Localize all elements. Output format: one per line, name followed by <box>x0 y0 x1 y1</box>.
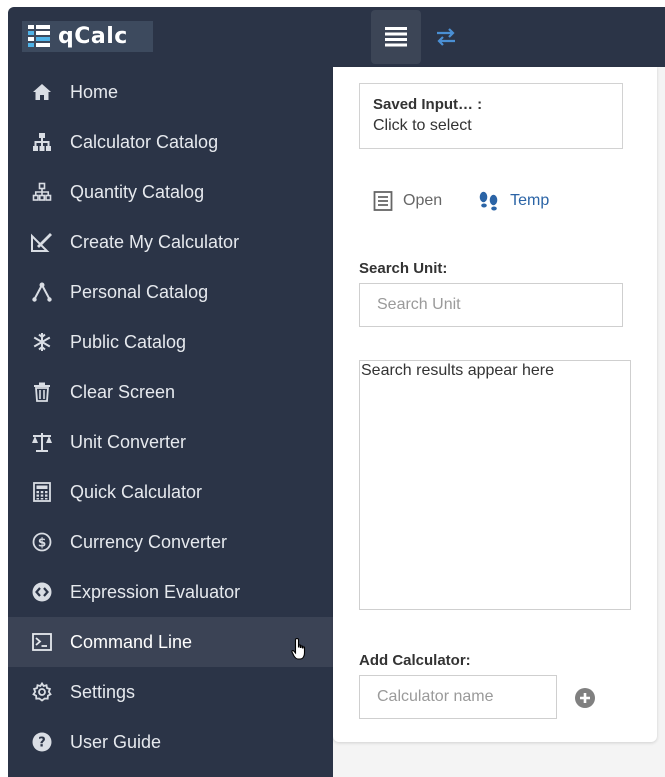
sidebar-item-label: Quick Calculator <box>70 481 203 502</box>
sidebar-item-quantity-catalog[interactable]: Quantity Catalog <box>8 167 333 217</box>
open-button-label: Open <box>403 192 443 209</box>
snowflake-icon <box>8 317 70 367</box>
sidebar-item-currency-converter[interactable]: $ Currency Converter <box>8 517 333 567</box>
sidebar-item-home[interactable]: Home <box>8 67 333 117</box>
sidebar-item-label: Expression Evaluator <box>70 581 241 602</box>
add-calculator-label: Add Calculator: <box>359 652 471 669</box>
command-line-panel: Saved Input… : Click to select Open Temp… <box>333 67 657 742</box>
sidebar-item-label: Currency Converter <box>70 531 228 552</box>
hierarchy-icon <box>8 167 70 217</box>
logo-text: qCalc <box>58 24 128 49</box>
svg-text:?: ? <box>38 736 46 751</box>
gear-icon <box>8 667 70 717</box>
calculator-name-input[interactable] <box>359 675 557 719</box>
sidebar-item-label: Home <box>70 81 119 102</box>
sidebar-item-create-my-calculator[interactable]: Create My Calculator <box>8 217 333 267</box>
document-icon <box>373 191 393 211</box>
search-unit-label: Search Unit: <box>359 260 448 277</box>
sidebar-item-settings[interactable]: Settings <box>8 667 333 717</box>
terminal-icon <box>8 617 70 667</box>
sidebar-item-label: Clear Screen <box>70 381 176 402</box>
app-window: qCalc Home Calculator Catalog Quantity C… <box>8 7 665 777</box>
sidebar-item-label: Command Line <box>70 631 193 652</box>
calculator-icon <box>8 467 70 517</box>
sitemap-icon <box>8 117 70 167</box>
hand-cursor-icon <box>291 637 306 660</box>
sidebar-item-quick-calculator[interactable]: Quick Calculator <box>8 467 333 517</box>
file-buttons: Open Temp <box>373 191 549 211</box>
top-bar: qCalc <box>8 7 665 67</box>
sidebar-item-label: Create My Calculator <box>70 231 240 252</box>
sidebar-item-label: Unit Converter <box>70 431 187 452</box>
sidebar-item-label: Personal Catalog <box>70 281 209 302</box>
sidebar-item-public-catalog[interactable]: Public Catalog <box>8 317 333 367</box>
add-calculator-button[interactable] <box>573 686 597 710</box>
swap-button[interactable] <box>421 10 471 64</box>
sidebar-item-label: Calculator Catalog <box>70 131 219 152</box>
code-circle-icon <box>8 567 70 617</box>
saved-input-title: Saved Input… : <box>373 96 483 113</box>
sidebar-item-label: Public Catalog <box>70 331 187 352</box>
sidebar: Home Calculator Catalog Quantity Catalog… <box>8 67 333 777</box>
sidebar-item-calculator-catalog[interactable]: Calculator Catalog <box>8 117 333 167</box>
saved-input-selector[interactable]: Saved Input… : Click to select <box>359 83 623 149</box>
temp-button[interactable]: Temp <box>478 191 549 211</box>
footprints-icon <box>479 191 498 211</box>
balance-scale-icon <box>8 417 70 467</box>
list-icon <box>385 27 407 47</box>
sidebar-item-personal-catalog[interactable]: Personal Catalog <box>8 267 333 317</box>
saved-input-hint: Click to select <box>373 117 472 134</box>
branch-icon <box>8 267 70 317</box>
app-logo[interactable]: qCalc <box>22 21 153 52</box>
sidebar-item-command-line[interactable]: Command Line <box>8 617 333 667</box>
swap-arrows-icon <box>437 28 455 46</box>
ruler-pencil-icon <box>8 217 70 267</box>
sidebar-item-label: User Guide <box>70 731 162 752</box>
sidebar-item-expression-evaluator[interactable]: Expression Evaluator <box>8 567 333 617</box>
open-button[interactable]: Open <box>373 191 442 211</box>
sidebar-item-unit-converter[interactable]: Unit Converter <box>8 417 333 467</box>
sidebar-item-label: Quantity Catalog <box>70 181 205 202</box>
home-icon <box>8 67 70 117</box>
menu-toggle-button[interactable] <box>371 10 421 64</box>
svg-text:$: $ <box>38 536 46 550</box>
trash-icon <box>8 367 70 417</box>
search-unit-input[interactable] <box>359 283 623 327</box>
dollar-coin-icon: $ <box>8 517 70 567</box>
question-circle-icon: ? <box>8 717 70 767</box>
sidebar-item-clear-screen[interactable]: Clear Screen <box>8 367 333 417</box>
logo-icon <box>22 21 56 52</box>
temp-button-label: Temp <box>510 192 550 209</box>
sidebar-item-label: Settings <box>70 681 136 702</box>
search-results-box[interactable]: Search results appear here <box>359 360 631 610</box>
sidebar-item-user-guide[interactable]: ? User Guide <box>8 717 333 767</box>
